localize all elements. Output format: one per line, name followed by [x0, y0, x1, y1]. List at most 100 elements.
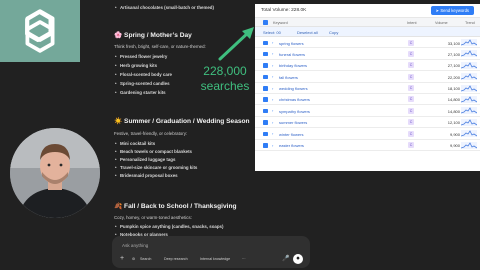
table-row[interactable]: › easter flowers C 9,900: [255, 140, 480, 151]
column-keyword[interactable]: Keyword: [273, 21, 288, 25]
list-item: Pumpkin spice anything (candles, snacks,…: [115, 224, 223, 229]
row-checkbox[interactable]: [263, 86, 268, 91]
row-checkbox[interactable]: [263, 74, 268, 80]
annotation-label: searches: [200, 79, 250, 93]
intent-badge: C: [408, 39, 414, 46]
section-intro: Cozy, homey, or warm-toned aesthetics:: [114, 215, 192, 220]
expand-arrow-icon[interactable]: ›: [272, 120, 273, 125]
table-row[interactable]: › christmas flowers C 14,800: [255, 94, 480, 106]
table-row[interactable]: › funeral flowers C 27,100: [255, 48, 480, 60]
tools-icon[interactable]: ⚙: [132, 257, 135, 261]
openai-knot-icon: [25, 9, 55, 53]
row-checkbox[interactable]: [263, 131, 268, 137]
expand-arrow-icon[interactable]: ›: [272, 97, 273, 102]
voice-mode-button[interactable]: ⏺: [293, 254, 303, 264]
webcam-overlay: [10, 128, 100, 218]
deep-research-button[interactable]: Deep research: [164, 257, 188, 261]
expand-arrow-icon[interactable]: ›: [272, 108, 273, 113]
row-checkbox[interactable]: [263, 97, 268, 102]
selection-bar: Select: 00 Deselect all Copy: [255, 27, 480, 37]
table-header: Keyword Intent Volume Trend: [255, 18, 480, 27]
expand-arrow-icon[interactable]: ›: [272, 51, 273, 56]
table-row[interactable]: › wedding flowers C 18,100: [255, 83, 480, 94]
keyword-table-body: › spring flowers C 33,100 › funeral flowers C 2…: [255, 37, 480, 151]
trend-sparkline: [461, 130, 477, 138]
trend-sparkline: [461, 73, 477, 81]
presenter-avatar: [10, 128, 100, 218]
annotation-number: 228,000: [203, 64, 247, 78]
intent-badge: C: [408, 50, 414, 57]
column-intent[interactable]: Intent: [407, 21, 417, 25]
volume-value: 33,100: [447, 40, 460, 46]
list-item: Artisanal chocolates (small-batch or the…: [115, 5, 214, 10]
row-checkbox[interactable]: [263, 40, 268, 45]
row-checkbox[interactable]: [263, 51, 268, 57]
intent-badge: C: [408, 142, 414, 149]
trend-sparkline: [461, 50, 477, 58]
table-row[interactable]: › winter flowers C 9,900: [255, 128, 480, 140]
list-item: Travel-size skincare or grooming kits: [115, 165, 197, 170]
keyword-link[interactable]: fall flowers: [279, 75, 298, 80]
send-keywords-label: Send keywords: [440, 8, 469, 13]
select-all-checkbox[interactable]: [263, 20, 268, 25]
expand-arrow-icon[interactable]: ›: [272, 86, 273, 91]
selected-count: Select: 00: [263, 30, 281, 35]
trend-sparkline: [461, 61, 477, 69]
volume-value: 9,900: [449, 131, 460, 137]
column-trend[interactable]: Trend: [465, 21, 475, 25]
volume-value: 22,200: [447, 74, 460, 80]
keyword-link[interactable]: wedding flowers: [279, 86, 308, 91]
search-volume-annotation: 228,000 searches: [200, 64, 250, 94]
keyword-link[interactable]: christmas flowers: [279, 97, 310, 102]
trend-sparkline: [461, 84, 477, 92]
composer[interactable]: Ask anything + ⚙ Search Deep research In…: [112, 236, 310, 268]
keyword-link[interactable]: winter flowers: [279, 132, 303, 137]
trend-sparkline: [461, 95, 477, 103]
expand-arrow-icon[interactable]: ›: [272, 131, 273, 136]
expand-arrow-icon[interactable]: ›: [272, 143, 273, 148]
keyword-link[interactable]: easter flowers: [279, 143, 304, 148]
keyword-link[interactable]: summer flowers: [279, 120, 307, 125]
table-row[interactable]: › sympathy flowers C 14,800: [255, 105, 480, 117]
deselect-all-button[interactable]: Deselect all: [297, 30, 318, 35]
search-tool-button[interactable]: Search: [140, 257, 151, 261]
row-checkbox[interactable]: [263, 143, 268, 148]
section-heading: 🌸 Spring / Mother’s Day: [114, 32, 192, 39]
keyword-link[interactable]: sympathy flowers: [279, 109, 310, 114]
keyword-link[interactable]: spring flowers: [279, 41, 304, 46]
more-options-icon[interactable]: ···: [242, 257, 246, 261]
volume-value: 14,800: [447, 108, 460, 114]
total-volume: Total Volume: 228.0K: [261, 8, 307, 13]
list-item: Beach towels or compact blankets: [115, 149, 192, 154]
panel-header: Total Volume: 228.0K ➤ Send keywords: [255, 4, 480, 18]
expand-arrow-icon[interactable]: ›: [272, 40, 273, 45]
list-item: Floral-scented body care: [115, 72, 172, 77]
volume-value: 27,100: [447, 51, 460, 57]
list-item: Bridesmaid proposal boxes: [115, 173, 178, 178]
internal-knowledge-button[interactable]: Internal knowledge: [200, 257, 230, 261]
list-item: Gardening starter kits: [115, 90, 166, 95]
copy-button[interactable]: Copy: [329, 30, 338, 35]
plus-icon[interactable]: +: [120, 255, 124, 262]
volume-value: 12,100: [447, 120, 460, 126]
table-row[interactable]: › birthday flowers C 27,100: [255, 60, 480, 72]
table-row[interactable]: › fall flowers C 22,200: [255, 71, 480, 83]
expand-arrow-icon[interactable]: ›: [272, 63, 273, 68]
list-item: Pressed flower jewelry: [115, 54, 167, 59]
table-row[interactable]: › summer flowers C 12,100: [255, 117, 480, 129]
list-item: Mini cocktail kits: [115, 141, 155, 146]
row-checkbox[interactable]: [263, 120, 268, 125]
intent-badge: C: [408, 85, 414, 92]
ask-input[interactable]: Ask anything: [122, 243, 148, 248]
send-keywords-button[interactable]: ➤ Send keywords: [430, 6, 474, 15]
row-checkbox[interactable]: [263, 108, 268, 114]
column-volume[interactable]: Volume: [435, 21, 448, 25]
row-checkbox[interactable]: [263, 63, 268, 68]
mic-icon[interactable]: 🎤: [282, 255, 289, 262]
expand-arrow-icon[interactable]: ›: [272, 74, 273, 79]
keyword-link[interactable]: birthday flowers: [279, 63, 307, 68]
table-row[interactable]: › spring flowers C 33,100: [255, 37, 480, 49]
green-arrow-icon: [218, 27, 254, 61]
volume-value: 18,100: [447, 86, 460, 92]
keyword-link[interactable]: funeral flowers: [279, 52, 305, 57]
